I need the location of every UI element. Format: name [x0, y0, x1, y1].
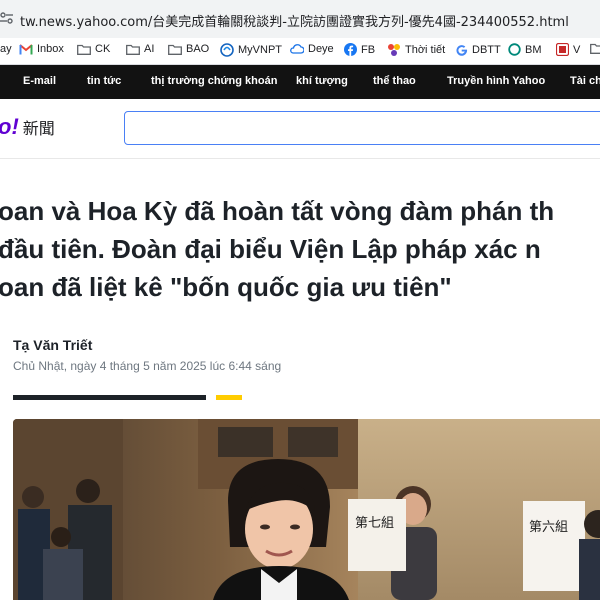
folder-icon [590, 43, 600, 54]
nav-email[interactable]: E-mail [23, 75, 56, 87]
folder-icon [126, 44, 140, 55]
site-settings-icon[interactable] [0, 11, 14, 25]
folder-icon [168, 44, 182, 55]
bookmark-label: MyVNPT [238, 44, 282, 56]
bookmarks-bar: ay Inbox CK AI BAO MyVNPT Deye FB Thời t… [0, 38, 600, 65]
cloud-icon [290, 44, 304, 54]
headline-line: oan đã liệt kê "bốn quốc gia ưu tiên" [0, 272, 452, 302]
article-photo[interactable]: 第七組 第六組 [13, 419, 600, 600]
google-icon [456, 45, 468, 56]
nav-news[interactable]: tin tức [87, 75, 121, 87]
yahoo-news-logo[interactable]: o! 新聞 [0, 112, 55, 142]
search-input[interactable] [124, 111, 600, 145]
placard-text: 第七組 [355, 516, 394, 531]
bookmark-label: FB [361, 43, 376, 56]
weather-icon [388, 44, 400, 56]
headline-line: đầu tiên. Đoàn đại biểu Viện Lập pháp xá… [0, 234, 541, 264]
bookmark-v[interactable]: V [556, 43, 580, 56]
article-headline: oan và Hoa Kỳ đã hoàn tất vòng đàm phán … [0, 192, 600, 306]
folder-icon [77, 44, 91, 55]
bookmark-label: AI [144, 43, 155, 55]
bookmark-fb[interactable]: FB [344, 43, 375, 56]
yahoo-top-nav: E-mail tin tức thị trường chứng khoán kh… [0, 65, 600, 99]
yahoo-logo-text: o! [0, 114, 19, 139]
gmail-icon [19, 43, 33, 54]
nav-sports[interactable]: thể thao [373, 75, 416, 87]
nav-finance-2[interactable]: Tài ch [570, 75, 600, 87]
bookmark-dbtt[interactable]: DBTT [455, 43, 501, 56]
logo-section-name: 新聞 [22, 119, 55, 138]
nav-weather[interactable]: khí tượng [296, 75, 348, 87]
bookmark-label: ay [0, 43, 12, 55]
bookmark-overflow[interactable] [590, 43, 600, 54]
bookmark-label: Deye [308, 43, 334, 55]
circle-icon [508, 43, 521, 56]
nav-yahoo-tv[interactable]: Truyền hình Yahoo [447, 75, 545, 87]
bookmark-inbox[interactable]: Inbox [19, 43, 64, 55]
v-icon [556, 43, 569, 56]
bookmark-label: BM [525, 43, 542, 56]
bookmark-ay[interactable]: ay [0, 43, 12, 55]
bookmark-ck[interactable]: CK [77, 43, 110, 55]
address-bar[interactable]: tw.news.yahoo.com/台美完成首輪關稅談判-立院訪團證實我方列-優… [0, 0, 600, 38]
accent-bar [216, 395, 242, 400]
bookmark-label: CK [95, 43, 111, 55]
author-name[interactable]: Tạ Văn Triết [13, 337, 92, 353]
nav-finance[interactable]: thị trường chứng khoán [151, 75, 277, 87]
facebook-icon [344, 43, 357, 56]
bookmark-thoi-tiet[interactable]: Thời tiết [387, 43, 445, 57]
vnpt-icon [220, 43, 234, 57]
bookmark-label: DBTT [472, 43, 501, 56]
bookmark-ai[interactable]: AI [126, 43, 154, 55]
bookmark-bm[interactable]: BM [508, 43, 542, 56]
publish-date: Chủ Nhật, ngày 4 tháng 5 năm 2025 lúc 6:… [13, 359, 282, 373]
headline-line: oan và Hoa Kỳ đã hoàn tất vòng đàm phán … [0, 196, 555, 226]
bookmark-myvnpt[interactable]: MyVNPT [220, 43, 282, 57]
bookmark-deye[interactable]: Deye [290, 43, 334, 55]
bookmark-bao[interactable]: BAO [168, 43, 209, 55]
bookmark-label: V [573, 43, 581, 56]
header-divider [0, 158, 600, 159]
placard-text: 第六組 [529, 520, 568, 535]
bookmark-label: Inbox [37, 43, 64, 55]
share-bar-divider [13, 395, 206, 400]
photo-illustration: 第七組 第六組 [13, 419, 600, 600]
bookmark-label: Thời tiết [405, 44, 446, 56]
url-text[interactable]: tw.news.yahoo.com/台美完成首輪關稅談判-立院訪團證實我方列-優… [20, 11, 569, 30]
bookmark-label: BAO [186, 43, 210, 55]
